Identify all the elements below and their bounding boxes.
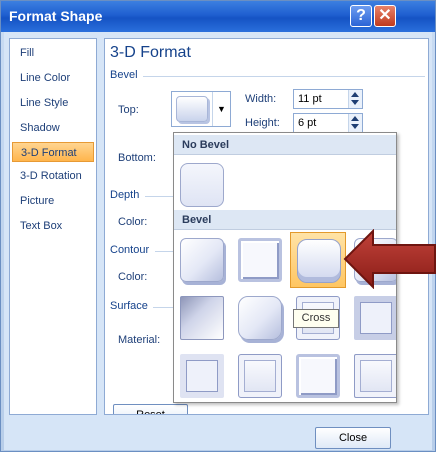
hard-edge-bevel-icon: [296, 354, 340, 398]
height-spin-buttons[interactable]: [348, 114, 362, 132]
width-spinner[interactable]: 11 pt: [293, 89, 363, 109]
depth-color-label: Color:: [118, 216, 148, 228]
soft-round-bevel-icon: [238, 296, 282, 340]
width-label: Width:: [245, 93, 277, 105]
nav-item-line-style[interactable]: Line Style: [12, 93, 94, 113]
no-bevel-icon: [180, 163, 224, 207]
bevel-tile-relaxed-inset[interactable]: [232, 232, 288, 288]
bevel-tile-angle[interactable]: [174, 290, 230, 346]
depth-divider: [145, 196, 173, 197]
bottom-label: Bottom:: [118, 152, 156, 164]
close-window-button[interactable]: ✕: [374, 5, 396, 27]
format-shape-dialog: Format Shape ? ✕ Fill Line Color Line St…: [0, 0, 436, 452]
nav-item-picture[interactable]: Picture: [12, 191, 94, 211]
top-label: Top:: [118, 104, 139, 116]
bevel-tile-slope[interactable]: [348, 290, 396, 346]
angle-bevel-icon: [180, 296, 224, 340]
contour-divider: [155, 251, 173, 252]
spin-up-icon[interactable]: [351, 116, 359, 121]
riblet-bevel-icon: [238, 354, 282, 398]
height-label: Height:: [245, 117, 280, 129]
nav-item-text-box[interactable]: Text Box: [12, 216, 94, 236]
divot-bevel-icon: [180, 354, 224, 398]
material-label: Material:: [118, 334, 161, 346]
no-bevel-header: No Bevel: [174, 135, 396, 155]
relaxed-inset-bevel-icon: [238, 238, 282, 282]
surface-divider: [153, 307, 173, 308]
depth-section-label: Depth: [110, 189, 140, 201]
nav-item-fill[interactable]: Fill: [12, 43, 94, 63]
bevel-tile-none[interactable]: [174, 157, 230, 213]
circle-bevel-icon: [180, 238, 224, 282]
nav-item-3d-format[interactable]: 3-D Format: [12, 142, 94, 162]
height-spinner[interactable]: 6 pt: [293, 113, 363, 133]
nav-item-3d-rotation[interactable]: 3-D Rotation: [12, 166, 94, 186]
cross-bevel-icon: [297, 239, 341, 283]
spin-up-icon[interactable]: [351, 92, 359, 97]
height-value: 6 pt: [298, 117, 317, 129]
bevel-tile-soft-round[interactable]: [232, 290, 288, 346]
bevel-tile-divot[interactable]: [174, 348, 230, 402]
spin-down-icon[interactable]: [351, 100, 359, 105]
contour-section-label: Contour: [110, 244, 150, 256]
bevel-tile-riblet[interactable]: [232, 348, 288, 402]
close-button[interactable]: Close: [315, 427, 391, 449]
top-bevel-preview: [176, 96, 208, 122]
width-value: 11 pt: [298, 93, 322, 105]
reset-button[interactable]: Reset: [113, 404, 188, 414]
slope-bevel-icon: [354, 296, 396, 340]
width-spin-buttons[interactable]: [348, 90, 362, 108]
art-deco-bevel-icon: [354, 354, 396, 398]
bevel-tile-hard-edge[interactable]: [290, 348, 346, 402]
bevel-tile-art-deco[interactable]: [348, 348, 396, 402]
surface-section-label: Surface: [110, 300, 148, 312]
dialog-title: Format Shape: [9, 8, 103, 24]
bevel-header: Bevel: [174, 210, 396, 230]
panel-title: 3-D Format: [110, 44, 191, 61]
category-nav: Fill Line Color Line Style Shadow 3-D Fo…: [9, 38, 97, 415]
nav-item-line-color[interactable]: Line Color: [12, 68, 94, 88]
bevel-divider: [143, 76, 425, 77]
bevel-tile-cross[interactable]: [290, 232, 346, 288]
bevel-section-label: Bevel: [110, 69, 138, 81]
chevron-down-icon: ▼: [212, 92, 230, 126]
contour-color-label: Color:: [118, 271, 148, 283]
bevel-tile-circle[interactable]: [174, 232, 230, 288]
cross-tooltip: Cross: [293, 309, 339, 328]
spin-down-icon[interactable]: [351, 124, 359, 129]
nav-item-shadow[interactable]: Shadow: [12, 118, 94, 138]
red-pointer-arrow-icon: [343, 229, 436, 289]
help-button[interactable]: ?: [350, 5, 372, 27]
title-bar: Format Shape ? ✕: [1, 1, 435, 32]
top-bevel-dropdown[interactable]: ▼: [171, 91, 231, 127]
